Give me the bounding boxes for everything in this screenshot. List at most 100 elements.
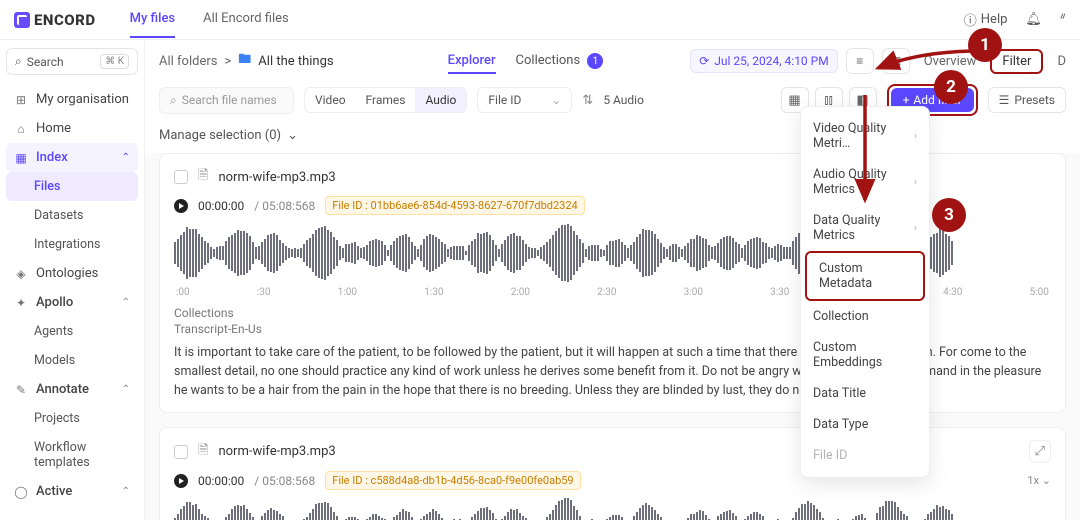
filename: norm-wife-mp3.mp3 bbox=[218, 170, 335, 185]
chevron-up-icon: ⌃ bbox=[122, 384, 130, 395]
file-id-badge: File ID : 01bb6ae6-854d-4593-8627-670f7d… bbox=[325, 196, 584, 215]
filter-data-quality[interactable]: Data Quality Metrics› bbox=[801, 205, 929, 251]
manage-selection[interactable]: Manage selection (0) ⌄ bbox=[145, 122, 1080, 153]
brand-text: ENCORD bbox=[34, 11, 96, 29]
home-icon: ⌂ bbox=[14, 122, 28, 136]
annotation-1: 1 bbox=[968, 28, 1002, 62]
sidebar-item-apollo[interactable]: ✦Apollo⌃ bbox=[6, 288, 138, 317]
row-checkbox[interactable] bbox=[174, 170, 188, 184]
row-checkbox[interactable] bbox=[174, 445, 188, 459]
file-icon: 🗎 bbox=[198, 441, 208, 463]
filter-audio-quality[interactable]: Audio Quality Metrics› bbox=[801, 159, 929, 205]
sort-icon[interactable]: ⇅ bbox=[582, 93, 593, 108]
collections-count-badge: 1 bbox=[587, 53, 603, 69]
qr-view-icon[interactable]: ▩ bbox=[882, 48, 910, 74]
search-kbd: ⌘ K bbox=[100, 54, 129, 69]
tab-collections[interactable]: Collections 1 bbox=[516, 49, 604, 74]
chevron-right-icon: › bbox=[914, 177, 917, 188]
refresh-timestamp[interactable]: ⟳ Jul 25, 2024, 4:10 PM bbox=[690, 49, 838, 73]
search-icon: ⌕ bbox=[15, 54, 22, 69]
play-button[interactable] bbox=[174, 474, 188, 488]
media-type-chips: Video Frames Audio bbox=[304, 87, 467, 113]
sidebar-item-active[interactable]: ◯Active⌃ bbox=[6, 477, 138, 506]
sidebar-item-files[interactable]: Files bbox=[6, 172, 138, 201]
play-button[interactable] bbox=[174, 199, 188, 213]
tab-my-files[interactable]: My files bbox=[130, 1, 176, 38]
sidebar-item-models[interactable]: Models bbox=[6, 346, 138, 375]
file-id-badge: File ID : c588d4a8-db1b-4d56-8ca0-f9e00f… bbox=[325, 471, 580, 490]
chevron-right-icon: › bbox=[914, 223, 917, 234]
logo-mark-icon bbox=[14, 12, 30, 28]
sidebar-item-projects[interactable]: Projects bbox=[6, 404, 138, 433]
ontologies-icon: ◈ bbox=[14, 267, 28, 281]
presets-button[interactable]: ☰ Presets bbox=[988, 87, 1066, 113]
help-button[interactable]: ⓘ Help bbox=[964, 10, 1008, 29]
bell-icon[interactable]: 🔔︎ bbox=[1025, 12, 1042, 27]
chevron-down-icon: ⌄ bbox=[287, 128, 298, 143]
filter-dropdown: Video Quality Metri…› Audio Quality Metr… bbox=[800, 106, 930, 478]
sidebar: ⌕ Search ⌘ K ⊞My organisation ⌂Home ▦Ind… bbox=[0, 40, 145, 520]
breadcrumb-root[interactable]: All folders bbox=[159, 54, 217, 69]
tab-overview[interactable]: Overview bbox=[924, 54, 977, 69]
current-time: 00:00:00 bbox=[198, 474, 244, 488]
annotation-3: 3 bbox=[932, 198, 966, 232]
search-input[interactable]: ⌕ Search file names bbox=[159, 87, 294, 114]
waveform[interactable] bbox=[174, 498, 1051, 520]
chip-frames[interactable]: Frames bbox=[356, 88, 416, 112]
sidebar-item-home[interactable]: ⌂Home bbox=[6, 114, 138, 143]
index-icon: ▦ bbox=[14, 151, 28, 165]
help-icon: ⓘ bbox=[964, 10, 977, 29]
annotate-icon: ✎ bbox=[14, 383, 28, 397]
sidebar-item-workflow-templates[interactable]: Workflow templates bbox=[6, 433, 138, 477]
chip-audio[interactable]: Audio bbox=[415, 88, 466, 112]
file-id-select[interactable]: File ID ⌄ bbox=[477, 87, 572, 113]
search-label: Search bbox=[27, 55, 64, 69]
breadcrumb-current: All the things bbox=[258, 54, 333, 69]
chevron-right-icon: › bbox=[914, 131, 917, 142]
filter-custom-embeddings[interactable]: Custom Embeddings bbox=[801, 332, 929, 378]
apollo-icon: ✦ bbox=[14, 296, 28, 310]
tab-explorer[interactable]: Explorer bbox=[448, 49, 496, 74]
filter-data-title[interactable]: Data Title bbox=[801, 378, 929, 409]
file-icon: 🗎 bbox=[198, 166, 208, 188]
sidebar-item-index[interactable]: ▦Index⌃ bbox=[6, 143, 138, 172]
sidebar-item-my-organisation[interactable]: ⊞My organisation bbox=[6, 85, 138, 114]
search-icon: ⌕ bbox=[170, 93, 177, 108]
duration: / 05:08:568 bbox=[254, 474, 315, 488]
chevron-up-icon: ⌃ bbox=[122, 297, 130, 308]
chevron-down-icon: ⌄ bbox=[551, 93, 561, 107]
sidebar-search[interactable]: ⌕ Search ⌘ K bbox=[6, 48, 138, 75]
sidebar-item-agents[interactable]: Agents bbox=[6, 317, 138, 346]
plus-icon: + bbox=[903, 93, 910, 107]
sidebar-item-annotate[interactable]: ✎Annotate⌃ bbox=[6, 375, 138, 404]
breadcrumb: All folders > 🖿 All the things bbox=[159, 50, 334, 72]
chip-video[interactable]: Video bbox=[305, 88, 356, 112]
filter-video-quality[interactable]: Video Quality Metri…› bbox=[801, 113, 929, 159]
user-icon[interactable]: ᐥ bbox=[1060, 12, 1066, 27]
current-time: 00:00:00 bbox=[198, 199, 244, 213]
filter-collection[interactable]: Collection bbox=[801, 301, 929, 332]
help-label: Help bbox=[981, 12, 1008, 27]
expand-icon[interactable]: ⤢ bbox=[1029, 440, 1051, 463]
annotation-2: 2 bbox=[934, 70, 968, 104]
logo: ENCORD bbox=[14, 11, 96, 29]
refresh-icon: ⟳ bbox=[699, 54, 709, 68]
list-view-icon[interactable]: ≡ bbox=[846, 48, 874, 74]
filter-file-id[interactable]: File ID bbox=[801, 440, 929, 471]
sidebar-item-integrations[interactable]: Integrations bbox=[6, 230, 138, 259]
chevron-up-icon: ⌃ bbox=[122, 152, 130, 163]
sidebar-item-ontologies[interactable]: ◈Ontologies bbox=[6, 259, 138, 288]
filter-data-type[interactable]: Data Type bbox=[801, 409, 929, 440]
active-icon: ◯ bbox=[14, 485, 28, 499]
filename: norm-wife-mp3.mp3 bbox=[218, 444, 335, 459]
presets-icon: ☰ bbox=[999, 93, 1010, 107]
breadcrumb-separator: > bbox=[224, 54, 231, 69]
playback-speed[interactable]: 1x ⌄ bbox=[1027, 474, 1051, 487]
tab-all-files[interactable]: All Encord files bbox=[203, 1, 289, 38]
folder-icon: 🖿 bbox=[238, 50, 251, 72]
org-icon: ⊞ bbox=[14, 93, 28, 107]
filter-custom-metadata[interactable]: Custom Metadata bbox=[805, 251, 925, 301]
sidebar-item-datasets[interactable]: Datasets bbox=[6, 201, 138, 230]
tab-display-partial[interactable]: D bbox=[1057, 54, 1066, 69]
duration: / 05:08:568 bbox=[254, 199, 315, 213]
